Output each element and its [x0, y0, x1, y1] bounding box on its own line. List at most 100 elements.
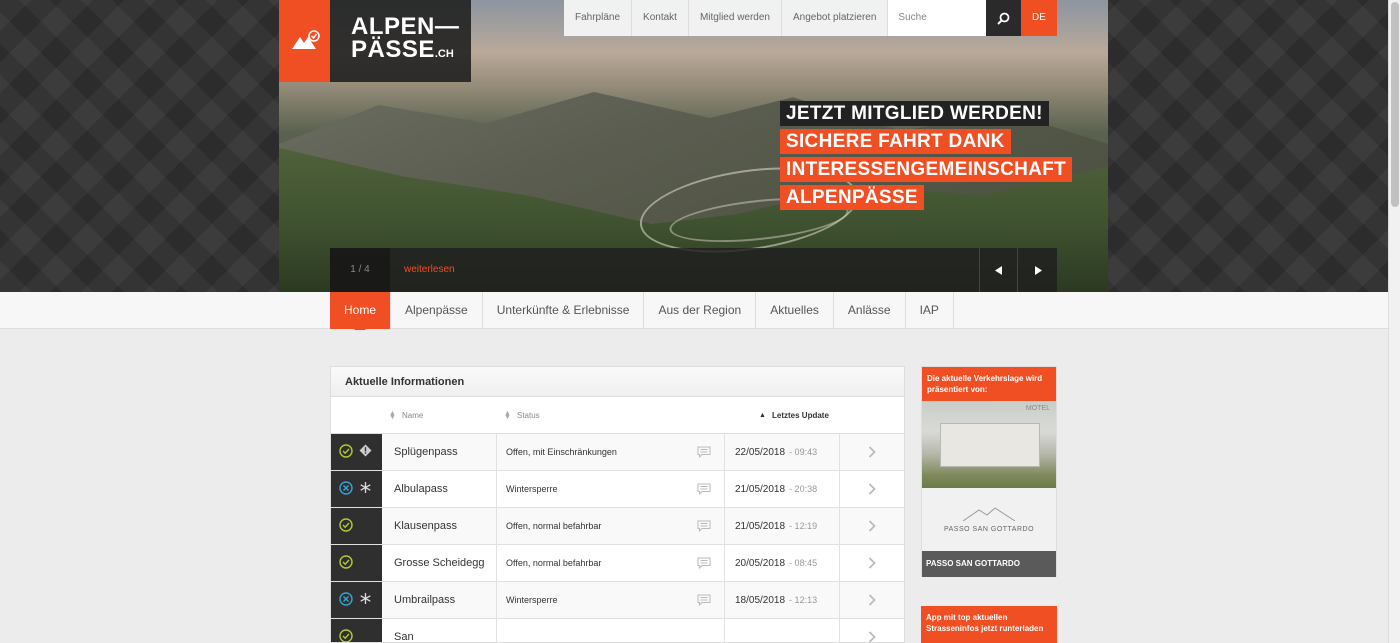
hero-claim-line: INTERESSENGEMEINSCHAFT: [780, 157, 1073, 182]
scrollbar-thumb[interactable]: [1391, 2, 1399, 207]
open-status-icon: [339, 443, 353, 461]
closed-status-icon: [339, 591, 353, 609]
update-time: - 12:19: [789, 521, 818, 531]
search-button[interactable]: [986, 0, 1021, 36]
nav-item-unterkuenfte[interactable]: Unterkünfte & Erlebnisse: [483, 292, 645, 329]
logo-wordmark[interactable]: ALPEN— PÄSSE.CH: [330, 0, 471, 82]
nav-item-anlaesse[interactable]: Anlässe: [834, 292, 906, 329]
update-date: 21/05/2018: [735, 520, 786, 532]
app-teaser[interactable]: App mit top aktuellen Strasseninfos jetz…: [921, 606, 1057, 643]
pass-status: Offen, normal befahrbar: [497, 545, 725, 581]
pass-status-text: Wintersperre: [506, 484, 558, 494]
pass-name: Umbrailpass: [382, 582, 497, 618]
pass-list: Splügenpass Offen, mit Einschränkungen 22/…: [331, 434, 904, 642]
table-row[interactable]: Splügenpass Offen, mit Einschränkungen 22/…: [331, 434, 904, 471]
sponsor-ad[interactable]: Die aktuelle Verkehrslage wird präsentie…: [921, 366, 1057, 577]
update-time: - 08:45: [789, 558, 818, 568]
chevron-right-icon: [868, 483, 876, 495]
pass-status: Offen, normal befahrbar: [497, 508, 725, 544]
slide-prev-button[interactable]: [979, 248, 1017, 292]
row-detail-button[interactable]: [840, 508, 904, 544]
comment-icon[interactable]: [697, 557, 711, 571]
main-navigation-bar: Home Alpenpässe Unterkünfte & Erlebnisse…: [0, 292, 1388, 335]
table-row[interactable]: San: [331, 619, 904, 642]
hero-claim-line: SICHERE FAHRT DANK: [780, 129, 1011, 154]
row-detail-button[interactable]: [840, 434, 904, 470]
hero-claim-headline: JETZT MITGLIED WERDEN!: [780, 101, 1049, 126]
last-update: 20/05/2018- 08:45: [725, 545, 840, 581]
row-detail-button[interactable]: [840, 471, 904, 507]
comment-icon[interactable]: [697, 483, 711, 497]
nav-item-iap[interactable]: IAP: [906, 292, 954, 329]
sort-icon: ▲ ▼: [389, 409, 396, 421]
pass-status: [497, 619, 725, 642]
update-time: - 12:13: [789, 595, 818, 605]
page-scrollbar[interactable]: [1388, 0, 1400, 643]
last-update: 21/05/2018- 12:19: [725, 508, 840, 544]
panel-title: Aktuelle Informationen: [331, 367, 904, 397]
status-icons: [331, 471, 382, 507]
status-icons: [331, 545, 382, 581]
search-input[interactable]: Suche: [888, 0, 1000, 36]
last-update: 21/05/2018- 20:38: [725, 471, 840, 507]
open-status-icon: [339, 628, 353, 642]
update-time: - 20:38: [789, 484, 818, 494]
pass-name: San: [382, 619, 497, 642]
pass-status-text: Offen, normal befahrbar: [506, 558, 602, 568]
update-date: 20/05/2018: [735, 557, 786, 569]
update-date: 22/05/2018: [735, 446, 786, 458]
read-more-link[interactable]: weiterlesen: [404, 248, 455, 292]
pass-name: Klausenpass: [382, 508, 497, 544]
nav-item-aktuelles[interactable]: Aktuelles: [756, 292, 834, 329]
logo-line-1: ALPEN—: [351, 13, 460, 40]
last-update: 18/05/2018- 12:13: [725, 582, 840, 618]
logo-icon[interactable]: [279, 0, 330, 82]
row-detail-button[interactable]: [840, 582, 904, 618]
comment-icon[interactable]: [697, 446, 711, 460]
nav-item-home[interactable]: Home: [330, 292, 392, 335]
update-time: - 09:43: [789, 447, 818, 457]
topnav-link-mitglied[interactable]: Mitglied werden: [689, 0, 782, 36]
sponsor-logo: PASSO SAN GOTTARDO: [922, 488, 1056, 551]
pass-name: Grosse Scheidegg: [382, 545, 497, 581]
nav-item-region[interactable]: Aus der Region: [644, 292, 757, 329]
status-icons: [331, 582, 382, 618]
language-switch[interactable]: DE: [1021, 0, 1057, 36]
row-detail-button[interactable]: [840, 545, 904, 581]
pass-status: Wintersperre: [497, 582, 725, 618]
topnav-link-fahrplaene[interactable]: Fahrpläne: [564, 0, 633, 36]
row-detail-button[interactable]: [840, 619, 904, 642]
slide-next-button[interactable]: [1017, 248, 1057, 292]
logo-suffix: .CH: [434, 48, 454, 60]
sponsor-photo-sign: MOTEL: [1025, 405, 1050, 412]
table-row[interactable]: Grosse Scheidegg Offen, normal befahrbar 2…: [331, 545, 904, 582]
pass-status-text: Offen, normal befahrbar: [506, 521, 602, 531]
table-row[interactable]: Albulapass Wintersperre 21/05/2018- 20:38: [331, 471, 904, 508]
pass-name: Splügenpass: [382, 434, 497, 470]
column-header-status[interactable]: ▲ ▼ Status: [504, 397, 540, 434]
pass-status: Offen, mit Einschränkungen: [497, 434, 725, 470]
arrow-left-icon: [994, 265, 1002, 275]
last-update: 22/05/2018- 09:43: [725, 434, 840, 470]
comment-icon[interactable]: [697, 594, 711, 608]
topnav-link-kontakt[interactable]: Kontakt: [632, 0, 689, 36]
pass-status-text: Wintersperre: [506, 595, 558, 605]
hero-claim-line: ALPENPÄSSE: [780, 185, 924, 210]
sponsor-logo-text: PASSO SAN GOTTARDO: [943, 526, 1035, 533]
sponsor-heading: Die aktuelle Verkehrslage wird präsentie…: [922, 367, 1056, 401]
nav-item-alpenpaesse[interactable]: Alpenpässe: [391, 292, 483, 329]
status-icons: [331, 434, 382, 470]
column-header-name[interactable]: ▲ ▼ Name: [389, 397, 423, 434]
pass-name: Albulapass: [382, 471, 497, 507]
table-row[interactable]: Klausenpass Offen, normal befahrbar 21/05/…: [331, 508, 904, 545]
comment-icon[interactable]: [697, 520, 711, 534]
open-status-icon: [339, 517, 353, 535]
topnav-link-angebot[interactable]: Angebot platzieren: [782, 0, 889, 36]
chevron-right-icon: [868, 594, 876, 606]
pass-status: Wintersperre: [497, 471, 725, 507]
table-row[interactable]: Umbrailpass Wintersperre 18/05/2018- 12:13: [331, 582, 904, 619]
hero-claim: JETZT MITGLIED WERDEN! SICHERE FAHRT DAN…: [780, 101, 1073, 213]
mountain-logo-icon: [962, 507, 1016, 522]
column-header-updated[interactable]: ▲ Letztes Update: [759, 397, 829, 434]
open-status-icon: [339, 554, 353, 572]
